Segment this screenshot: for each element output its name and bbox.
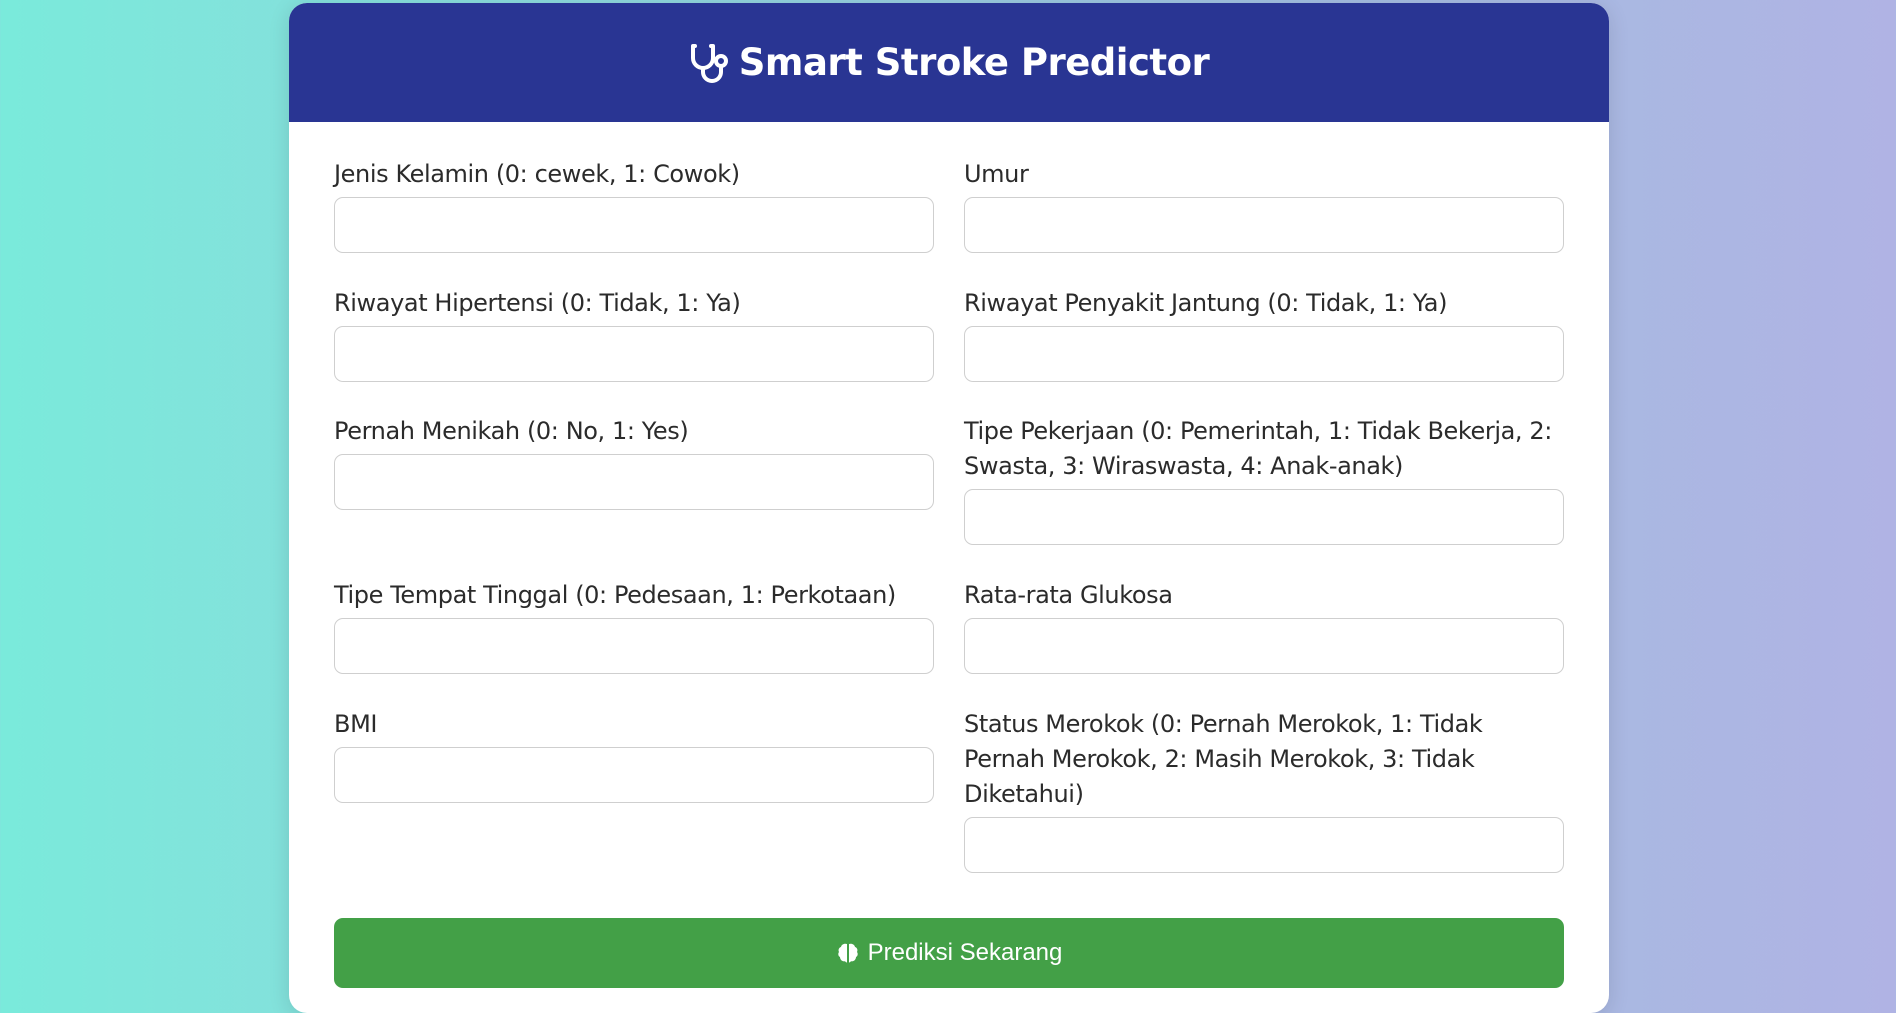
residence-type-label: Tipe Tempat Tinggal (0: Pedesaan, 1: Per… [334,581,896,609]
age-label: Umur [964,160,1029,188]
age-input[interactable] [964,197,1564,253]
smoking-status-input[interactable] [964,817,1564,873]
form-card: Smart Stroke Predictor Jenis Kelamin (0:… [289,3,1609,1013]
field-hypertension: Riwayat Hipertensi (0: Tidak, 1: Ya) [334,286,934,382]
avg-glucose-label: Rata-rata Glukosa [964,581,1173,609]
gender-input[interactable] [334,197,934,253]
field-work-type: Tipe Pekerjaan (0: Pemerintah, 1: Tidak … [964,414,1564,545]
page-title: Smart Stroke Predictor [738,41,1210,84]
smoking-status-label: Status Merokok (0: Pernah Merokok, 1: Ti… [964,710,1483,808]
field-smoking-status: Status Merokok (0: Pernah Merokok, 1: Ti… [964,707,1564,873]
brain-icon [836,941,860,965]
heart-disease-input[interactable] [964,326,1564,382]
avg-glucose-input[interactable] [964,618,1564,674]
field-bmi: BMI [334,707,934,803]
heart-disease-label: Riwayat Penyakit Jantung (0: Tidak, 1: Y… [964,289,1448,317]
bmi-label: BMI [334,710,378,738]
hypertension-label: Riwayat Hipertensi (0: Tidak, 1: Ya) [334,289,741,317]
field-ever-married: Pernah Menikah (0: No, 1: Yes) [334,414,934,510]
bmi-input[interactable] [334,747,934,803]
prediction-form: Jenis Kelamin (0: cewek, 1: Cowok) Umur … [289,122,1609,1002]
residence-type-input[interactable] [334,618,934,674]
work-type-input[interactable] [964,489,1564,545]
predict-button[interactable]: Prediksi Sekarang [334,918,1564,988]
work-type-label: Tipe Pekerjaan (0: Pemerintah, 1: Tidak … [964,417,1552,480]
ever-married-input[interactable] [334,454,934,510]
gender-label: Jenis Kelamin (0: cewek, 1: Cowok) [334,160,740,188]
predict-button-label: Prediksi Sekarang [867,939,1063,966]
header: Smart Stroke Predictor [289,3,1609,122]
field-gender: Jenis Kelamin (0: cewek, 1: Cowok) [334,157,934,253]
field-avg-glucose: Rata-rata Glukosa [964,578,1564,674]
field-heart-disease: Riwayat Penyakit Jantung (0: Tidak, 1: Y… [964,286,1564,382]
field-residence-type: Tipe Tempat Tinggal (0: Pedesaan, 1: Per… [334,578,934,674]
field-age: Umur [964,157,1564,253]
stethoscope-icon [689,42,729,84]
hypertension-input[interactable] [334,326,934,382]
ever-married-label: Pernah Menikah (0: No, 1: Yes) [334,417,689,445]
